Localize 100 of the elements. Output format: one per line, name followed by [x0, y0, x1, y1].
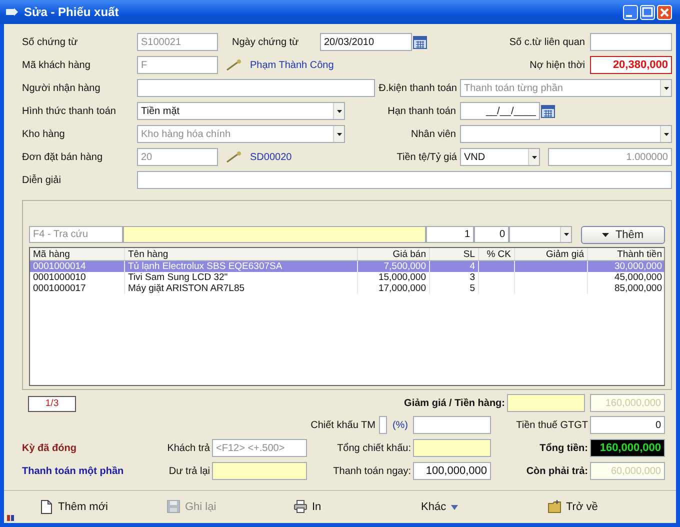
add-button[interactable]: Thêm: [581, 226, 665, 244]
input-field[interactable]: [137, 171, 672, 189]
dropdown-field[interactable]: [460, 125, 672, 143]
input-field[interactable]: 20,380,000: [590, 56, 672, 74]
column-header[interactable]: Tên hàng: [124, 248, 358, 260]
close-button[interactable]: [657, 4, 672, 20]
field-label: Số c.từ liên quan: [509, 36, 585, 48]
dropdown-field[interactable]: [509, 226, 572, 243]
dropdown-button[interactable]: [528, 149, 539, 165]
input-field[interactable]: [379, 416, 388, 434]
input-field[interactable]: 1: [426, 226, 474, 243]
column-header[interactable]: SL: [430, 248, 478, 260]
caret-icon: [664, 86, 668, 90]
field-label: Giảm giá / Tiền hàng:: [404, 398, 505, 408]
field-label: Còn phải trả:: [525, 466, 588, 476]
field-label: Kho hàng: [22, 128, 66, 140]
field-label: Đ.kiện thanh toán: [378, 82, 457, 94]
dropdown-field[interactable]: Tiền mặt: [137, 102, 345, 120]
table-cell: 0001000010: [33, 272, 86, 283]
window-icon: [6, 7, 18, 17]
caret-icon: [451, 504, 458, 510]
table-row[interactable]: 0001000010 Tivi Sam Sung LCD 32" 15,000,000 3 45,000,000: [30, 272, 664, 283]
table-cell: Tivi Sam Sung LCD 32": [128, 272, 228, 283]
table-cell: Tủ lạnh Electrolux SBS EQE6307SA: [128, 261, 282, 272]
field-label: Tổng chiết khấu:: [336, 442, 411, 454]
maximize-button[interactable]: [640, 4, 655, 20]
column-header[interactable]: Thành tiền: [588, 248, 664, 260]
field-label: Hình thức thanh toán: [22, 106, 117, 116]
field-label: Nợ hiện thời: [530, 60, 585, 70]
table-cell: 17,000,000: [378, 283, 426, 294]
table-cell: 4: [470, 261, 475, 272]
input-field[interactable]: [137, 79, 375, 97]
grip-icon: [7, 515, 14, 521]
table-cell: 15,000,000: [378, 272, 426, 283]
table-cell: 7,500,000: [384, 261, 426, 272]
input-field[interactable]: __/__/____: [460, 102, 540, 120]
input-field[interactable]: 160,000,000: [590, 439, 665, 457]
field-label: Ngày chứng từ: [232, 36, 300, 48]
field-label: Tổng tiền:: [538, 442, 588, 454]
table-cell: 5: [470, 283, 475, 294]
toolbar-button[interactable]: Thêm mới: [36, 500, 163, 514]
page-indicator: 1/3: [28, 396, 76, 412]
toolbar-button[interactable]: In: [290, 500, 417, 514]
printer-icon: [294, 500, 307, 514]
field-label: Tiền thuế GTGT: [515, 420, 588, 430]
table-cell: 45,000,000: [614, 272, 662, 283]
input-field[interactable]: 100,000,000: [413, 462, 491, 480]
input-field[interactable]: [413, 416, 491, 434]
toolbar-button[interactable]: Khác: [417, 501, 544, 513]
caret-icon: [336, 110, 342, 112]
field-label: Hạn thanh toán: [386, 106, 457, 116]
field-label: Tiền tệ/Tỷ giá: [396, 152, 457, 162]
input-field[interactable]: [590, 33, 672, 51]
field-label: Mã khách hàng: [22, 60, 92, 70]
table-cell: 85,000,000: [614, 283, 662, 294]
toolbar-button[interactable]: Trở về: [544, 500, 671, 514]
input-field[interactable]: 0: [590, 416, 665, 434]
input-field[interactable]: [507, 394, 585, 412]
column-header[interactable]: Mã hàng: [30, 248, 124, 260]
input-field[interactable]: [413, 439, 491, 457]
table-cell: Máy giặt ARISTON AR7L85: [128, 283, 245, 294]
input-field[interactable]: [212, 462, 307, 480]
minimize-button[interactable]: [623, 4, 638, 20]
wand-icon: [226, 59, 242, 71]
dropdown-button[interactable]: [660, 126, 671, 142]
field-label: Thanh toán ngay:: [332, 466, 411, 476]
field-label: Nhân viên: [410, 128, 457, 140]
caret-icon: [336, 132, 342, 136]
document-icon: [40, 500, 53, 514]
table-cell: 3: [470, 272, 475, 283]
caret-icon: [532, 156, 536, 158]
folder-icon: [548, 500, 561, 514]
table-cell: 0001000017: [33, 283, 86, 294]
column-header[interactable]: Giảm giá: [514, 248, 588, 260]
input-field[interactable]: 0: [474, 226, 509, 243]
calendar-icon: [541, 104, 555, 118]
wand-icon: [226, 151, 242, 163]
calendar-icon: [413, 36, 427, 48]
field-label: Dư trả lại: [168, 466, 210, 476]
field-label: Số chứng từ: [22, 36, 79, 48]
percent-label: (%): [392, 420, 408, 430]
field-label: Diễn giải: [22, 174, 62, 186]
field-label: Người nhận hàng: [22, 82, 102, 94]
status-label: Thanh toán một phần: [22, 466, 125, 476]
window-title: Sửa - Phiếu xuất: [24, 5, 119, 19]
input-field[interactable]: 20/03/2010: [320, 33, 412, 51]
table-cell: 30,000,000: [614, 261, 662, 272]
column-header[interactable]: Giá bán: [358, 248, 430, 260]
caret-icon: [664, 132, 668, 136]
dropdown-field[interactable]: VND: [460, 148, 540, 166]
column-header[interactable]: % CK: [478, 248, 514, 260]
field-label: Đơn đặt bán hàng: [22, 152, 104, 162]
dropdown-button[interactable]: [333, 103, 344, 119]
input-field[interactable]: [123, 226, 426, 243]
field-label: Chiết khấu TM: [310, 420, 376, 430]
field-label: Khách trả: [166, 442, 210, 454]
table-row[interactable]: 0001000017 Máy giặt ARISTON AR7L85 17,000,000 5 85,000,000: [30, 283, 664, 294]
status-label: Kỳ đã đóng: [22, 442, 78, 454]
dropdown-button[interactable]: [560, 227, 571, 242]
table-cell: 0001000014: [33, 261, 86, 272]
